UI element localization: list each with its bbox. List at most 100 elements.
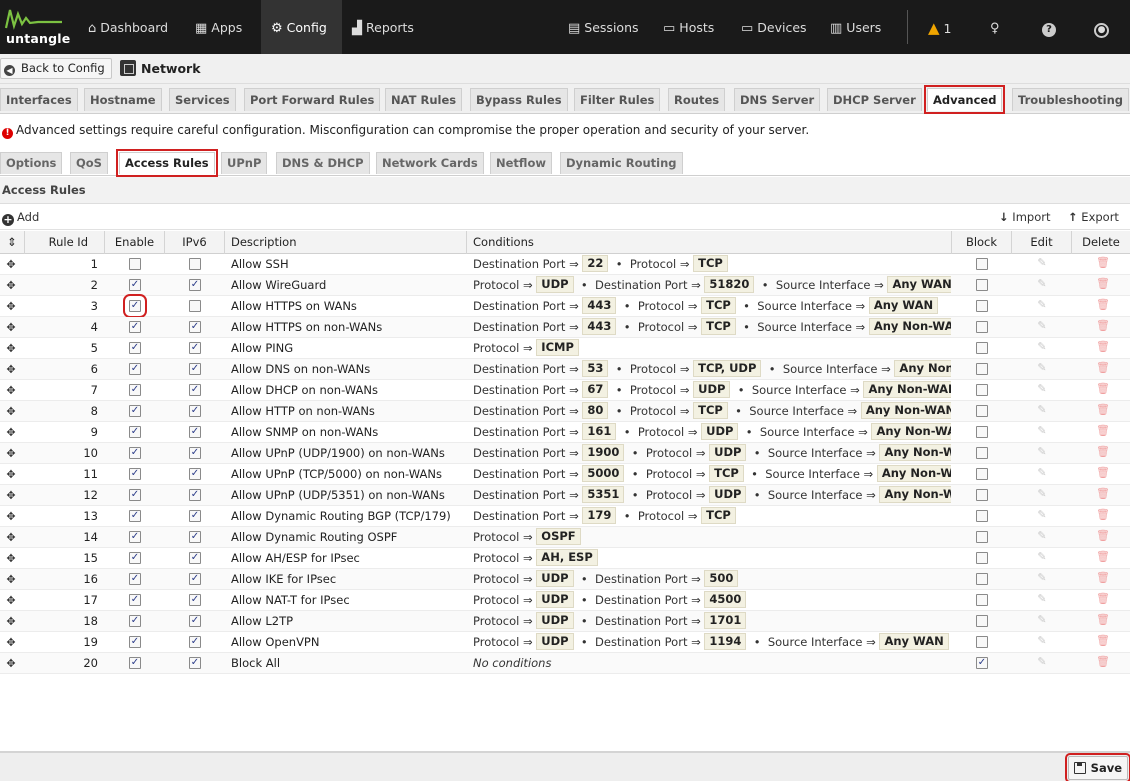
block-checkbox[interactable] — [976, 489, 988, 501]
tab-routes[interactable]: Routes — [668, 88, 726, 111]
ipv6-checkbox[interactable]: ✓ — [189, 447, 201, 459]
nav-account[interactable]: ● — [1084, 0, 1123, 54]
subtab-options[interactable]: Options — [0, 152, 63, 174]
enable-checkbox[interactable]: ✓ — [129, 573, 141, 585]
enable-checkbox[interactable]: ✓ — [129, 405, 141, 417]
enable-checkbox[interactable]: ✓ — [129, 342, 141, 354]
pencil-icon[interactable]: ✎ — [1036, 467, 1048, 479]
nav-devices[interactable]: ▭ Devices — [731, 0, 817, 54]
ipv6-checkbox[interactable]: ✓ — [189, 510, 201, 522]
block-checkbox[interactable] — [976, 279, 988, 291]
enable-checkbox[interactable]: ✓ — [129, 615, 141, 627]
enable-checkbox[interactable]: ✓ — [129, 636, 141, 648]
ipv6-checkbox[interactable]: ✓ — [189, 342, 201, 354]
ipv6-checkbox[interactable] — [189, 258, 201, 270]
col-block[interactable]: Block — [952, 231, 1012, 254]
trash-icon[interactable]: 🗑 — [1096, 488, 1110, 501]
drag-handle-icon[interactable]: ✥ — [4, 569, 18, 590]
drag-handle-icon[interactable]: ✥ — [4, 464, 18, 485]
enable-checkbox[interactable]: ✓ — [129, 489, 141, 501]
block-checkbox[interactable] — [976, 300, 988, 312]
pencil-icon[interactable]: ✎ — [1036, 509, 1048, 521]
pencil-icon[interactable]: ✎ — [1036, 572, 1048, 584]
drag-handle-icon[interactable]: ✥ — [4, 254, 18, 275]
block-checkbox[interactable] — [976, 468, 988, 480]
export-button[interactable]: ↑ Export — [1068, 205, 1119, 230]
drag-handle-icon[interactable]: ✥ — [4, 590, 18, 611]
tab-dns-server[interactable]: DNS Server — [734, 88, 821, 111]
ipv6-checkbox[interactable]: ✓ — [189, 363, 201, 375]
pencil-icon[interactable]: ✎ — [1036, 278, 1048, 290]
block-checkbox[interactable] — [976, 321, 988, 333]
ipv6-checkbox[interactable]: ✓ — [189, 279, 201, 291]
enable-checkbox[interactable]: ✓ — [129, 531, 141, 543]
drag-handle-icon[interactable]: ✥ — [4, 485, 18, 506]
drag-handle-icon[interactable]: ✥ — [4, 548, 18, 569]
ipv6-checkbox[interactable]: ✓ — [189, 321, 201, 333]
subtab-upnp[interactable]: UPnP — [221, 152, 268, 174]
pencil-icon[interactable]: ✎ — [1036, 425, 1048, 437]
pencil-icon[interactable]: ✎ — [1036, 404, 1048, 416]
drag-handle-icon[interactable]: ✥ — [4, 611, 18, 632]
pencil-icon[interactable]: ✎ — [1036, 341, 1048, 353]
pencil-icon[interactable]: ✎ — [1036, 656, 1048, 668]
ipv6-checkbox[interactable]: ✓ — [189, 405, 201, 417]
ipv6-checkbox[interactable]: ✓ — [189, 615, 201, 627]
enable-checkbox[interactable]: ✓ — [129, 279, 141, 291]
ipv6-checkbox[interactable]: ✓ — [189, 426, 201, 438]
nav-config[interactable]: ⚙ Config — [261, 0, 342, 54]
ipv6-checkbox[interactable]: ✓ — [189, 552, 201, 564]
drag-handle-icon[interactable]: ✥ — [4, 380, 18, 401]
tab-advanced[interactable]: Advanced — [923, 85, 1006, 114]
drag-handle-icon[interactable]: ✥ — [4, 653, 18, 674]
tab-troubleshooting[interactable]: Troubleshooting — [1012, 88, 1130, 111]
enable-checkbox[interactable]: ✓ — [123, 294, 147, 318]
enable-checkbox[interactable]: ✓ — [129, 363, 141, 375]
block-checkbox[interactable]: ✓ — [976, 657, 988, 669]
tab-hostname[interactable]: Hostname — [84, 88, 162, 111]
enable-checkbox[interactable]: ✓ — [129, 426, 141, 438]
subtab-network-cards[interactable]: Network Cards — [376, 152, 484, 174]
ipv6-checkbox[interactable]: ✓ — [189, 468, 201, 480]
trash-icon[interactable]: 🗑 — [1096, 362, 1110, 375]
block-checkbox[interactable] — [976, 384, 988, 396]
drag-handle-icon[interactable]: ✥ — [4, 506, 18, 527]
nav-users[interactable]: ▥ Users — [820, 0, 891, 54]
tab-services[interactable]: Services — [169, 88, 236, 111]
drag-handle-icon[interactable]: ✥ — [4, 632, 18, 653]
enable-checkbox[interactable]: ✓ — [129, 657, 141, 669]
drag-handle-icon[interactable]: ✥ — [4, 338, 18, 359]
ipv6-checkbox[interactable] — [189, 300, 201, 312]
tab-dhcp-server[interactable]: DHCP Server — [827, 88, 922, 111]
ipv6-checkbox[interactable]: ✓ — [189, 594, 201, 606]
drag-handle-icon[interactable]: ✥ — [4, 359, 18, 380]
subtab-dns-dhcp[interactable]: DNS & DHCP — [276, 152, 370, 174]
pencil-icon[interactable]: ✎ — [1036, 551, 1048, 563]
col-conditions[interactable]: Conditions — [467, 231, 952, 254]
enable-checkbox[interactable]: ✓ — [129, 384, 141, 396]
block-checkbox[interactable] — [976, 405, 988, 417]
drag-handle-icon[interactable]: ✥ — [4, 401, 18, 422]
save-button[interactable]: Save — [1064, 753, 1130, 781]
subtab-qos[interactable]: QoS — [70, 152, 108, 174]
trash-icon[interactable]: 🗑 — [1096, 404, 1110, 417]
trash-icon[interactable]: 🗑 — [1096, 320, 1110, 333]
block-checkbox[interactable] — [976, 573, 988, 585]
trash-icon[interactable]: 🗑 — [1096, 530, 1110, 543]
block-checkbox[interactable] — [976, 531, 988, 543]
trash-icon[interactable]: 🗑 — [1096, 467, 1110, 480]
drag-handle-icon[interactable]: ✥ — [4, 443, 18, 464]
pencil-icon[interactable]: ✎ — [1036, 257, 1048, 269]
tab-filter-rules[interactable]: Filter Rules — [574, 88, 661, 111]
pencil-icon[interactable]: ✎ — [1036, 593, 1048, 605]
block-checkbox[interactable] — [976, 615, 988, 627]
enable-checkbox[interactable]: ✓ — [129, 552, 141, 564]
ipv6-checkbox[interactable]: ✓ — [189, 657, 201, 669]
block-checkbox[interactable] — [976, 363, 988, 375]
add-button[interactable]: + Add — [2, 205, 39, 230]
block-checkbox[interactable] — [976, 342, 988, 354]
nav-reports[interactable]: ▟ Reports — [342, 0, 424, 54]
nav-help[interactable]: ? — [1032, 0, 1070, 54]
pencil-icon[interactable]: ✎ — [1036, 635, 1048, 647]
ipv6-checkbox[interactable]: ✓ — [189, 573, 201, 585]
